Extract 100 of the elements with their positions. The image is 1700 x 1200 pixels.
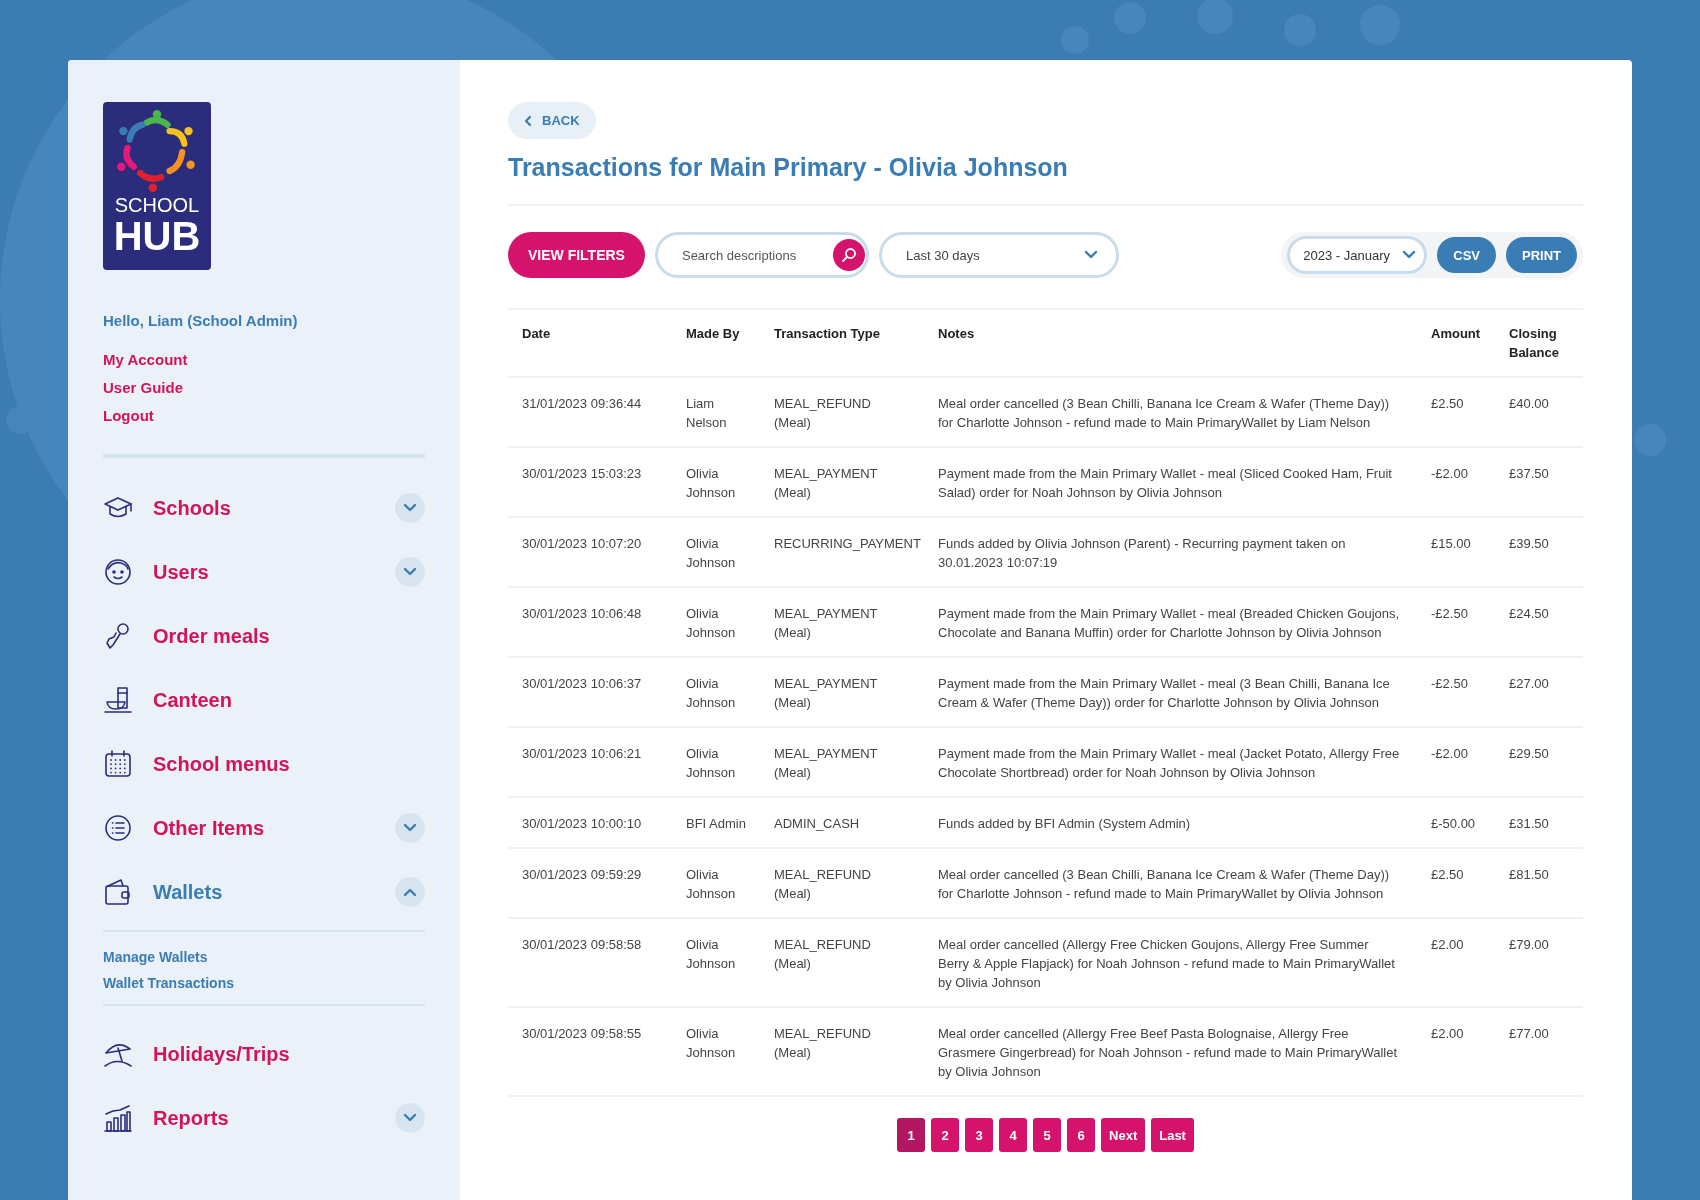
table-cell: £40.00 — [1509, 396, 1549, 411]
nav-item[interactable]: Holidays/Trips — [103, 1039, 290, 1069]
table-cell: MEAL_REFUND (Meal) — [774, 937, 871, 971]
account-link[interactable]: My Account — [103, 351, 188, 368]
page-button[interactable]: 6 — [1067, 1118, 1096, 1152]
expand-toggle[interactable] — [395, 813, 425, 843]
chevron-down-icon — [403, 503, 417, 513]
table-cell: 30/01/2023 10:06:37 — [522, 676, 642, 691]
table-cell: Olivia Johnson — [686, 937, 736, 971]
table-cell: Funds added by Olivia Johnson (Parent) - Recurring payment taken on 30.01.2023 10:07:19 — [938, 536, 1346, 570]
account-link[interactable]: User Guide — [103, 379, 184, 396]
chevron-left-icon — [524, 114, 532, 127]
table-cell: £2.50 — [1431, 867, 1464, 882]
table-cell: Olivia Johnson — [686, 746, 736, 780]
table-cell: Olivia Johnson — [686, 676, 736, 710]
table-cell: -£2.00 — [1431, 466, 1468, 481]
table-cell: 30/01/2023 15:03:23 — [522, 466, 642, 481]
table-cell: Meal order cancelled (Allergy Free Beef Pasta Bolognaise, Allergy Free Grasmere Gingerbread) for Noah Johnson - refund made to Main PrimaryWallet by Olivia Johnson — [938, 1026, 1398, 1079]
nav-item[interactable]: Other Items — [103, 813, 265, 843]
table-cell: £2.50 — [1431, 396, 1464, 411]
table-cell: £2.00 — [1431, 1026, 1464, 1041]
column-header: Amount — [1431, 326, 1481, 341]
table-cell: MEAL_PAYMENT (Meal) — [774, 606, 878, 640]
nav-item[interactable]: School menus — [103, 749, 290, 779]
school-hub-logo[interactable]: SCHOOL HUB — [103, 102, 211, 270]
column-header: Closing Balance — [1509, 326, 1559, 360]
chevron-down-icon — [403, 823, 417, 833]
table-cell: £39.50 — [1509, 536, 1549, 551]
back-button[interactable]: BACK — [508, 102, 596, 139]
submenu-link[interactable]: Manage Wallets — [103, 949, 208, 965]
page-button[interactable]: 2 — [931, 1118, 960, 1152]
table-cell: £15.00 — [1431, 536, 1471, 551]
table-cell: £31.50 — [1509, 816, 1549, 831]
page-button[interactable]: 3 — [965, 1118, 994, 1152]
chevron-up-icon — [403, 887, 417, 897]
view-filters-button[interactable]: VIEW FILTERS — [508, 232, 645, 278]
table-cell: MEAL_REFUND (Meal) — [774, 1026, 871, 1060]
table-cell: RECURRING_PAYMENT — [774, 536, 921, 551]
bar-chart-icon — [103, 1103, 133, 1133]
expand-toggle[interactable] — [395, 493, 425, 523]
page-button[interactable]: 1 — [897, 1118, 926, 1152]
table-cell: Olivia Johnson — [686, 466, 736, 500]
chevron-down-icon — [1083, 250, 1098, 260]
table-cell: 30/01/2023 09:58:55 — [522, 1026, 642, 1041]
month-dropdown[interactable]: 2023 - January — [1287, 236, 1428, 274]
column-header: Made By — [686, 326, 740, 341]
table-cell: MEAL_PAYMENT (Meal) — [774, 676, 878, 710]
table-cell: -£2.50 — [1431, 676, 1468, 691]
table-cell: 30/01/2023 10:06:48 — [522, 606, 642, 621]
table-cell: £-50.00 — [1431, 816, 1476, 831]
table-cell: Olivia Johnson — [686, 1026, 736, 1060]
page-button[interactable]: Last — [1151, 1118, 1194, 1152]
list-icon — [103, 813, 133, 843]
submenu-link[interactable]: Wallet Transactions — [103, 975, 234, 991]
nav-item[interactable]: Reports — [103, 1103, 229, 1133]
face-icon — [103, 557, 133, 587]
search-field[interactable]: Search descriptions — [654, 232, 869, 278]
table-cell: -£2.00 — [1431, 746, 1468, 761]
table-cell: Olivia Johnson — [686, 536, 736, 570]
export-button[interactable]: PRINT — [1506, 237, 1577, 273]
table-cell: Payment made from the Main Primary Wallet - meal (Sliced Cooked Ham, Fruit Salad) order for Noah Johnson by Olivia Johnson — [938, 466, 1392, 500]
table-cell: £29.50 — [1509, 746, 1549, 761]
nav-item[interactable]: Users — [103, 557, 209, 587]
table-cell: £37.50 — [1509, 466, 1549, 481]
table-cell: Olivia Johnson — [686, 867, 736, 901]
export-button[interactable]: CSV — [1437, 237, 1496, 273]
account-link[interactable]: Logout — [103, 407, 154, 424]
table-cell: £2.00 — [1431, 937, 1464, 952]
table-cell: 31/01/2023 09:36:44 — [522, 396, 642, 411]
table-cell: Funds added by BFI Admin (System Admin) — [938, 816, 1191, 831]
table-cell: 30/01/2023 09:58:58 — [522, 937, 642, 952]
table-cell: MEAL_REFUND (Meal) — [774, 867, 871, 901]
nav-item[interactable]: Wallets — [103, 877, 223, 907]
page-button[interactable]: Next — [1101, 1118, 1146, 1152]
nav-item[interactable]: Canteen — [103, 685, 232, 715]
nav-item[interactable]: Order meals — [103, 621, 270, 651]
table-cell: BFI Admin — [686, 816, 746, 831]
table-cell: -£2.50 — [1431, 606, 1468, 621]
table-cell: Payment made from the Main Primary Wallet - meal (Jacket Potato, Allergy Free Chocolate Shortbread) order for Noah Johnson by Olivia Johnson — [938, 746, 1400, 780]
nav-item[interactable]: Schools — [103, 493, 231, 523]
date-range-dropdown[interactable]: Last 30 days — [878, 232, 1119, 278]
page-title: Transactions for Main Primary - Olivia Johnson — [508, 153, 1583, 206]
table-cell: £77.00 — [1509, 1026, 1549, 1041]
table-cell: £81.50 — [1509, 867, 1549, 882]
table-cell: Meal order cancelled (Allergy Free Chicken Goujons, Allergy Free Summer Berry & Apple Flapjack) for Noah Johnson - refund made to Main PrimaryWallet by Olivia Johnson — [938, 937, 1395, 990]
bowl-and-glass-icon — [103, 685, 133, 715]
chevron-down-icon — [403, 567, 417, 577]
expand-toggle[interactable] — [395, 1103, 425, 1133]
table-cell: 30/01/2023 10:06:21 — [522, 746, 642, 761]
table-cell: Liam Nelson — [686, 396, 727, 430]
column-header: Notes — [938, 326, 975, 341]
page-button[interactable]: 5 — [1033, 1118, 1062, 1152]
table-cell: Meal order cancelled (3 Bean Chilli, Banana Ice Cream & Wafer (Theme Day)) for Charlotte Johnson - refund made to Main PrimaryWallet by Olivia Johnson — [938, 867, 1390, 901]
logo-text: HUB — [113, 216, 201, 256]
table-cell: £27.00 — [1509, 676, 1549, 691]
page-button[interactable]: 4 — [999, 1118, 1028, 1152]
table-cell: MEAL_REFUND (Meal) — [774, 396, 871, 430]
table-cell: Payment made from the Main Primary Wallet - meal (3 Bean Chilli, Banana Ice Cream & Wafer (Theme Day)) order for Charlotte Johnson by Olivia Johnson — [938, 676, 1390, 710]
expand-toggle[interactable] — [395, 877, 425, 907]
expand-toggle[interactable] — [395, 557, 425, 587]
